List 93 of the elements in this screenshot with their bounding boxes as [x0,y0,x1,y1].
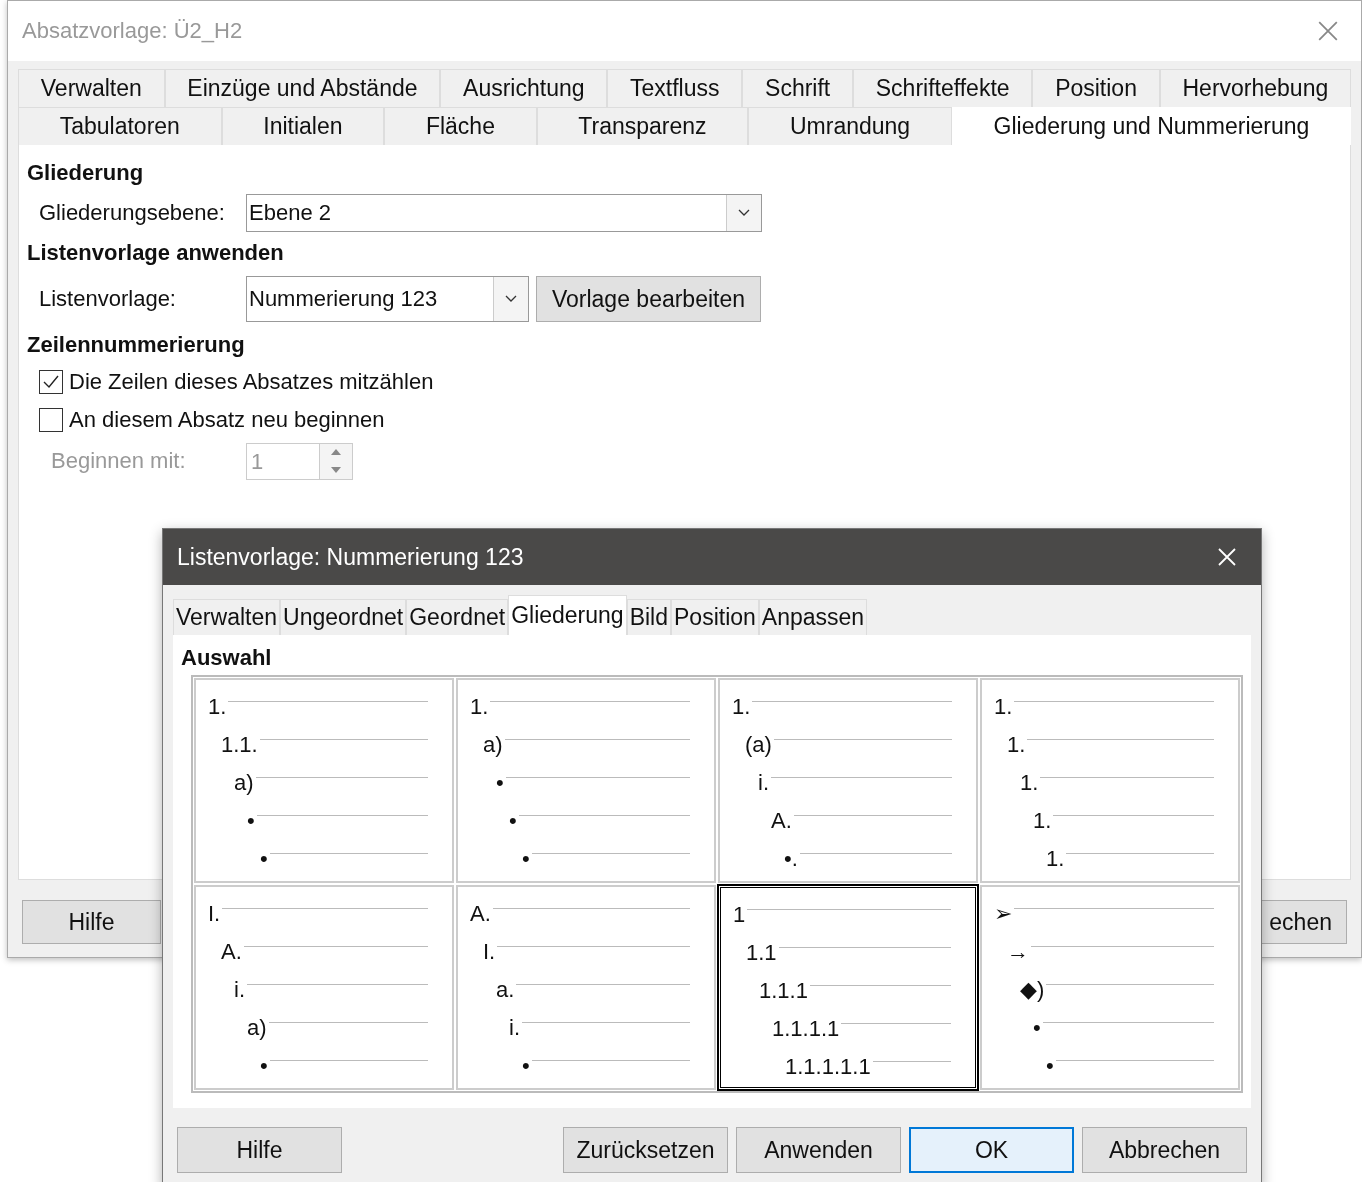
tab[interactable]: Gliederung und Nummerierung [951,107,1351,145]
list-marker: → [1007,938,1030,965]
tab[interactable]: Ausrichtung [440,69,608,107]
list-marker: • [260,1052,269,1079]
tab[interactable]: Hervorhebung [1159,69,1351,107]
list-marker: 1. [470,693,490,720]
list-marker: A. [470,900,492,927]
window-title: Absatzvorlage: Ü2_H2 [22,18,243,44]
list-marker: a) [247,1014,268,1041]
list-marker: ◆) [1020,976,1046,1003]
field-label: Beginnen mit: [51,448,187,474]
tab[interactable]: Bild [626,599,671,635]
spin-up-icon [331,449,341,456]
list-marker: 1.1 [746,939,778,966]
preset-option[interactable]: 1. (a) i. A. •. [718,678,978,883]
list-marker: 1.1. [221,731,259,758]
list-marker: 1.1.1.1 [772,1015,841,1042]
section-heading: Zeilennummerierung [27,331,246,359]
checkbox-label: An diesem Absatz neu beginnen [69,407,385,433]
list-marker: 1. [1046,845,1066,872]
list-marker: • [509,807,518,834]
preset-option[interactable]: 1. a) • • • [456,678,716,883]
tab[interactable]: Schrifteffekte [853,69,1033,107]
chevron-down-icon [505,295,517,303]
preset-option[interactable]: A. I. a. i. • [456,885,716,1090]
tab[interactable]: Umrandung [748,107,952,145]
list-marker: • [247,807,256,834]
tab[interactable]: Fläche [384,107,537,145]
field-label: Gliederungsebene: [39,200,226,226]
section-heading: Auswahl [181,645,273,672]
field-label: Listenvorlage: [39,286,177,312]
tab[interactable]: Einzüge und Abstände [164,69,441,107]
section-heading: Gliederung [27,159,145,187]
list-marker: i. [234,976,246,1003]
tab[interactable]: Gliederung [508,595,627,635]
list-marker: I. [208,900,222,927]
tab[interactable]: Verwalten [173,599,280,635]
chevron-down-icon [738,209,750,217]
tab[interactable]: Tabulatoren [18,107,222,145]
list-marker: A. [771,807,793,834]
list-marker: • [496,769,505,796]
spin-down-icon [331,466,341,473]
tab[interactable]: Transparenz [536,107,749,145]
tab[interactable]: Verwalten [18,69,165,107]
preset-option[interactable]: 1 1.1 1.1.1 1.1.1.1 1.1.1.1.1 [718,885,978,1090]
list-marker: a) [234,769,255,796]
tab[interactable]: Position [671,599,759,635]
list-marker: 1. [1033,807,1053,834]
tab[interactable]: Ungeordnet [280,599,407,635]
list-marker: • [1033,1014,1042,1041]
help-button[interactable]: Hilfe [177,1127,342,1173]
list-marker: • [522,1052,531,1079]
list-marker: •. [784,845,799,872]
list-marker: 1. [208,693,228,720]
list-marker: • [1046,1052,1055,1079]
edit-style-button[interactable]: Vorlage bearbeiten [536,276,761,322]
list-marker: 1. [1007,731,1027,758]
list-marker: (a) [745,731,773,758]
tab[interactable]: Anpassen [758,599,868,635]
list-marker: A. [221,938,243,965]
dialog-button[interactable]: Abbrechen [1082,1127,1247,1173]
tab[interactable]: Schrift [742,69,853,107]
preset-option[interactable]: 1. 1. 1. 1. 1. [980,678,1240,883]
list-marker: • [522,845,531,872]
list-marker: a) [483,731,504,758]
list-marker: 1.1.1 [759,977,809,1004]
tab[interactable]: Initialen [221,107,385,145]
list-marker: i. [758,769,770,796]
preset-option[interactable]: 1. 1.1. a) • • [194,678,454,883]
list-marker: ➢ [994,900,1013,927]
dialog-button[interactable]: OK [909,1127,1074,1173]
list-marker: • [260,845,269,872]
list-marker: I. [483,938,497,965]
list-marker: i. [509,1014,521,1041]
list-marker: 1.1.1.1.1 [785,1053,872,1080]
dialog-button[interactable]: Zurücksetzen [563,1127,728,1173]
list-marker: 1. [994,693,1014,720]
list-marker: 1. [1020,769,1040,796]
window-title: Listenvorlage: Nummerierung 123 [177,543,524,571]
section-heading: Listenvorlage anwenden [27,239,285,267]
tab[interactable]: Textfluss [607,69,743,107]
list-marker: 1. [732,693,752,720]
dropdown-field[interactable]: Ebene 2 [246,194,762,232]
tab[interactable]: Geordnet [406,599,509,635]
preset-option[interactable]: I. A. i. a) • [194,885,454,1090]
tab[interactable]: Position [1032,69,1160,107]
dialog-button[interactable]: Anwenden [736,1127,901,1173]
preset-option[interactable]: ➢ → ◆) • • [980,885,1240,1090]
list-marker: 1 [733,901,747,928]
checkbox-label: Die Zeilen dieses Absatzes mitzählen [69,369,434,395]
list-marker: a. [496,976,516,1003]
help-button[interactable]: Hilfe [22,900,161,944]
dropdown-field[interactable]: Nummerierung 123 [246,276,529,322]
